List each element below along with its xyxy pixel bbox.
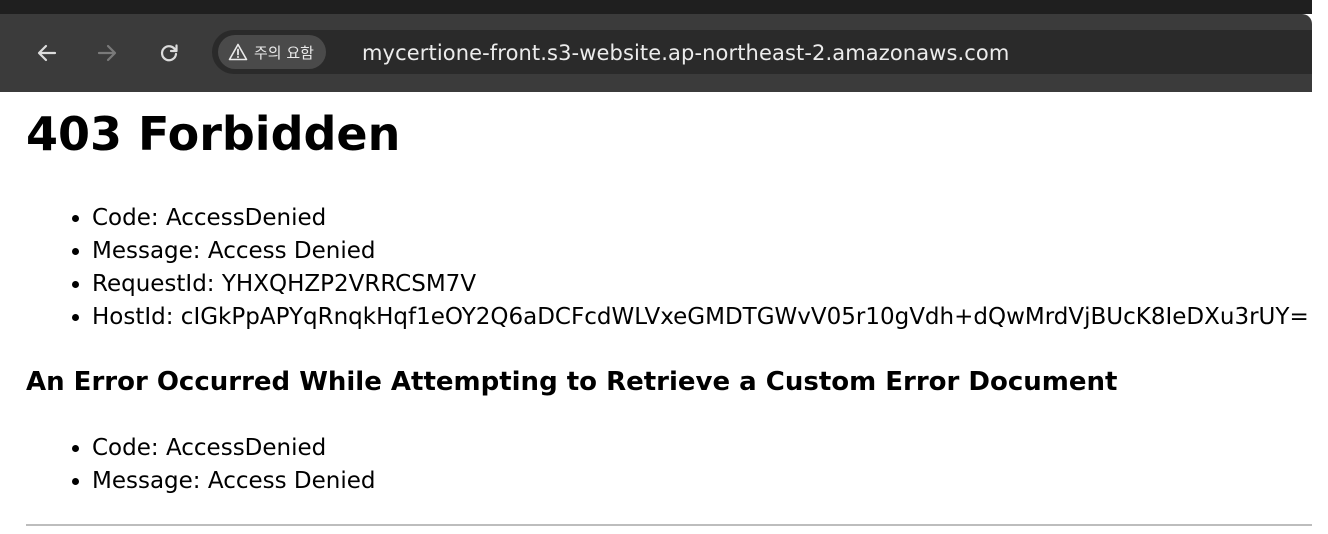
url-text[interactable]: mycertione-front.s3-website.ap-northeast…	[362, 41, 1009, 65]
forward-arrow-icon	[96, 42, 118, 64]
custom-error-details-list: Code: AccessDenied Message: Access Denie…	[68, 432, 376, 498]
divider	[26, 524, 1312, 526]
back-button[interactable]	[30, 36, 64, 70]
address-bar[interactable]: 주의 요함 mycertione-front.s3-website.ap-nor…	[212, 30, 1312, 74]
list-item: RequestId: YHXQHZP2VRRCSM7V	[92, 268, 1309, 301]
security-status-label: 주의 요함	[254, 43, 314, 62]
section-heading: An Error Occurred While Attempting to Re…	[26, 367, 1118, 397]
page-title: 403 Forbidden	[26, 107, 401, 161]
error-details-list: Code: AccessDenied Message: Access Denie…	[68, 202, 1309, 334]
tab-strip	[0, 0, 1312, 14]
list-item: Message: Access Denied	[92, 235, 1309, 268]
list-item: Message: Access Denied	[92, 465, 376, 498]
reload-button[interactable]	[152, 36, 186, 70]
reload-icon	[158, 42, 180, 64]
list-item: Code: AccessDenied	[92, 432, 376, 465]
browser-toolbar: 주의 요함 mycertione-front.s3-website.ap-nor…	[0, 14, 1312, 92]
security-status-chip[interactable]: 주의 요함	[218, 35, 326, 69]
list-item: HostId: cIGkPpAPYqRnqkHqf1eOY2Q6aDCFcdWL…	[92, 301, 1309, 334]
forward-button[interactable]	[90, 36, 124, 70]
back-arrow-icon	[36, 42, 58, 64]
error-page: 403 Forbidden Code: AccessDenied Message…	[0, 92, 1312, 534]
list-item: Code: AccessDenied	[92, 202, 1309, 235]
warning-icon	[228, 43, 248, 61]
